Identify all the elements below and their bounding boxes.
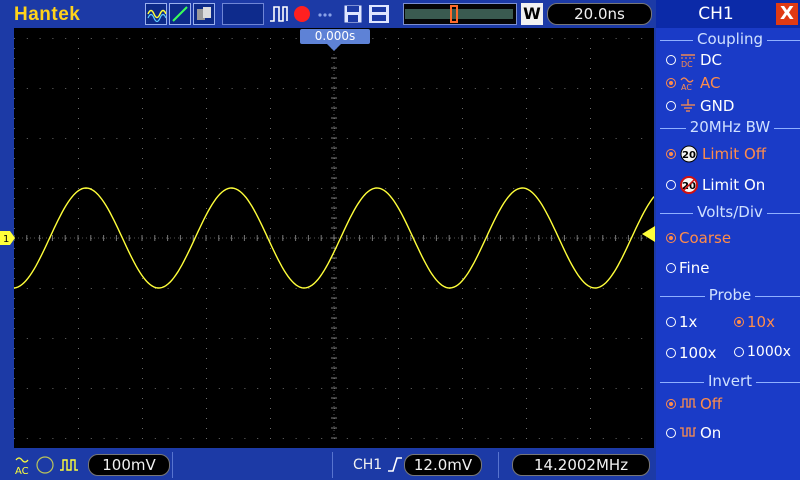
top-toolbar: Hantek W 20.0ns <box>0 0 656 28</box>
timebase-readout[interactable]: 20.0ns <box>547 3 652 25</box>
close-button[interactable]: X <box>776 3 798 25</box>
channel-1-marker[interactable]: 1 <box>0 230 16 246</box>
volts-div-title: Volts/Div <box>660 203 800 221</box>
dc-icon: DC <box>679 52 697 69</box>
rising-edge-icon <box>387 457 402 472</box>
probe-title: Probe <box>660 286 800 304</box>
waveform-display[interactable] <box>14 28 654 448</box>
probe-1x-option[interactable]: 1x <box>666 313 697 331</box>
record-icon[interactable] <box>294 6 310 22</box>
coupling-ac-option[interactable]: AC AC <box>666 74 720 92</box>
svg-text:20: 20 <box>682 150 696 161</box>
radio-button-selected <box>666 399 676 409</box>
line-icon[interactable] <box>169 3 191 25</box>
invert-off-icon <box>679 396 697 412</box>
radio-button <box>666 348 676 358</box>
trigger-time-label: 0.000s <box>300 29 370 44</box>
radio-button-selected <box>666 149 676 159</box>
radio-button-selected <box>666 233 676 243</box>
persistence-icon[interactable] <box>193 3 215 25</box>
probe-10x-option[interactable]: 10x <box>734 313 775 331</box>
ch1-menu-panel: CH1 X Coupling DC DC AC AC GND 20MHz BW … <box>656 0 800 480</box>
panel-title: CH1 <box>698 4 734 24</box>
brand-logo: Hantek <box>14 4 81 25</box>
radio-button <box>734 347 744 357</box>
bw-off-icon: 20 <box>679 144 699 164</box>
divider <box>172 452 173 478</box>
svg-text:DC: DC <box>681 60 693 68</box>
invert-on-option[interactable]: On <box>666 424 721 442</box>
svg-text:1: 1 <box>3 234 9 245</box>
status-bar: AC 100mV CH1 12.0mV 14.2002MHz <box>0 450 656 480</box>
channel-status-icons: AC <box>15 456 78 476</box>
radio-button <box>666 317 676 327</box>
invert-title: Invert <box>660 372 800 390</box>
radio-button <box>666 263 676 273</box>
ac-coupling-icon: AC <box>15 457 29 476</box>
trigger-position-marker[interactable] <box>327 44 341 52</box>
invert-icon <box>60 459 78 471</box>
print-icon[interactable] <box>369 5 389 23</box>
invert-off-option[interactable]: Off <box>666 395 722 413</box>
pulse-icon[interactable] <box>270 6 288 22</box>
bw-limit-icon <box>36 456 54 474</box>
volts-fine-option[interactable]: Fine <box>666 259 709 277</box>
volts-div-readout[interactable]: 100mV <box>88 454 170 476</box>
coupling-gnd-option[interactable]: GND <box>666 97 734 115</box>
bw-limit-on-option[interactable]: 20 Limit On <box>666 175 765 195</box>
trigger-level-readout[interactable]: 12.0mV <box>404 454 482 476</box>
save-icon[interactable] <box>343 4 363 24</box>
probe-100x-option[interactable]: 100x <box>666 344 717 362</box>
bw-limit-off-option[interactable]: 20 Limit Off <box>666 144 766 164</box>
radio-button-selected <box>666 78 676 88</box>
radio-button <box>666 428 676 438</box>
coupling-dc-option[interactable]: DC DC <box>666 51 722 69</box>
waveform-icon[interactable] <box>145 3 167 25</box>
dots-icon[interactable] <box>318 13 332 17</box>
radio-button <box>666 55 676 65</box>
status-blank <box>222 3 264 25</box>
memory-position-bar[interactable] <box>403 3 517 25</box>
radio-button <box>666 101 676 111</box>
ac-icon: AC <box>679 75 697 92</box>
frequency-readout: 14.2002MHz <box>512 454 650 476</box>
divider <box>498 452 499 478</box>
panel-header: CH1 X <box>656 0 800 28</box>
invert-on-icon <box>679 425 697 441</box>
volts-coarse-option[interactable]: Coarse <box>666 229 731 247</box>
radio-button <box>666 180 676 190</box>
svg-text:AC: AC <box>15 466 29 476</box>
window-button[interactable]: W <box>521 3 543 25</box>
trigger-channel-label: CH1 <box>353 456 403 473</box>
svg-text:AC: AC <box>681 83 692 91</box>
run-controls <box>268 3 400 25</box>
display-mode-group <box>145 3 219 25</box>
bw-title: 20MHz BW <box>660 118 800 136</box>
probe-1000x-option[interactable]: 1000x <box>734 344 791 360</box>
coupling-title: Coupling <box>660 30 800 48</box>
divider <box>332 452 333 478</box>
radio-button-selected <box>734 317 744 327</box>
trigger-level-marker[interactable] <box>640 226 656 242</box>
ground-icon <box>679 98 697 114</box>
bw-on-icon: 20 <box>679 175 699 195</box>
